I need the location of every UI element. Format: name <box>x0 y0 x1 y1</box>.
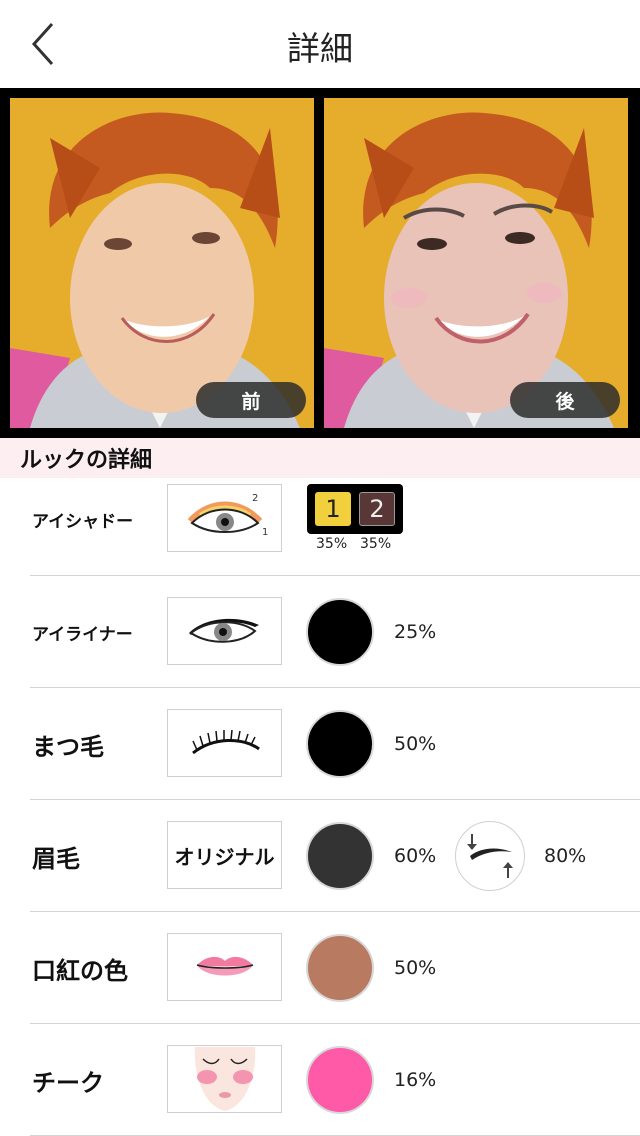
color-swatch[interactable] <box>306 1046 374 1114</box>
intensity-percent: 60% <box>394 845 437 867</box>
before-label: 前 <box>196 382 306 418</box>
after-photo: 後 <box>324 98 628 428</box>
eyelash-icon[interactable] <box>167 709 282 777</box>
eyebrow-style-label: オリジナル <box>174 844 275 869</box>
color-swatch[interactable] <box>306 822 374 890</box>
lips-icon[interactable] <box>167 933 282 1001</box>
comparison-panel: 前 後 <box>0 88 640 438</box>
row-eyebrows: 眉毛 オリジナル 60% 80% <box>0 800 640 912</box>
color-swatch[interactable] <box>306 934 374 1002</box>
intensity-percent: 50% <box>394 957 437 979</box>
intensity-percent: 16% <box>394 1069 437 1091</box>
makeup-details-list: アイシャドー 2 1 1 2 35% 35% アイライナー 25% まつ毛 50… <box>0 478 640 1136</box>
row-label: 口紅の色 <box>32 956 128 985</box>
row-label: アイライナー <box>32 624 133 645</box>
color-swatch[interactable] <box>306 598 374 666</box>
palette-color-2[interactable]: 2 <box>359 492 395 526</box>
row-eyelashes: まつ毛 50% <box>0 688 640 800</box>
eyeliner-icon[interactable] <box>167 597 282 665</box>
after-label: 後 <box>510 382 620 418</box>
row-cheek: チーク 16% <box>0 1024 640 1136</box>
row-eyeliner: アイライナー 25% <box>0 576 640 688</box>
svg-text:2: 2 <box>252 493 258 504</box>
intensity-percent: 50% <box>394 733 437 755</box>
eyeshadow-icon[interactable]: 2 1 <box>167 484 282 552</box>
page-title: 詳細 <box>287 29 353 68</box>
row-label: チーク <box>32 1068 104 1097</box>
row-lipstick: 口紅の色 50% <box>0 912 640 1024</box>
eyebrow-adjust-percent: 80% <box>544 845 587 867</box>
eyeshadow-palette: 1 2 <box>307 484 403 534</box>
palette-percent-2: 35% <box>360 536 392 552</box>
row-label: 眉毛 <box>32 844 80 873</box>
palette-color-1[interactable]: 1 <box>315 492 351 526</box>
eyebrow-adjust-icon[interactable] <box>455 821 525 891</box>
color-swatch[interactable] <box>306 710 374 778</box>
header: 詳細 <box>0 0 640 88</box>
row-eyeshadow: アイシャドー 2 1 1 2 35% 35% <box>0 478 640 576</box>
palette-percent-1: 35% <box>316 536 348 552</box>
look-details-header: ルックの詳細 <box>0 438 640 478</box>
row-label: まつ毛 <box>32 732 104 761</box>
row-label: アイシャドー <box>32 511 134 532</box>
eyebrow-style-button[interactable]: オリジナル <box>167 821 282 889</box>
intensity-percent: 25% <box>394 621 437 643</box>
cheek-face-icon[interactable] <box>167 1045 282 1113</box>
before-photo: 前 <box>10 98 314 428</box>
svg-text:1: 1 <box>262 527 268 538</box>
